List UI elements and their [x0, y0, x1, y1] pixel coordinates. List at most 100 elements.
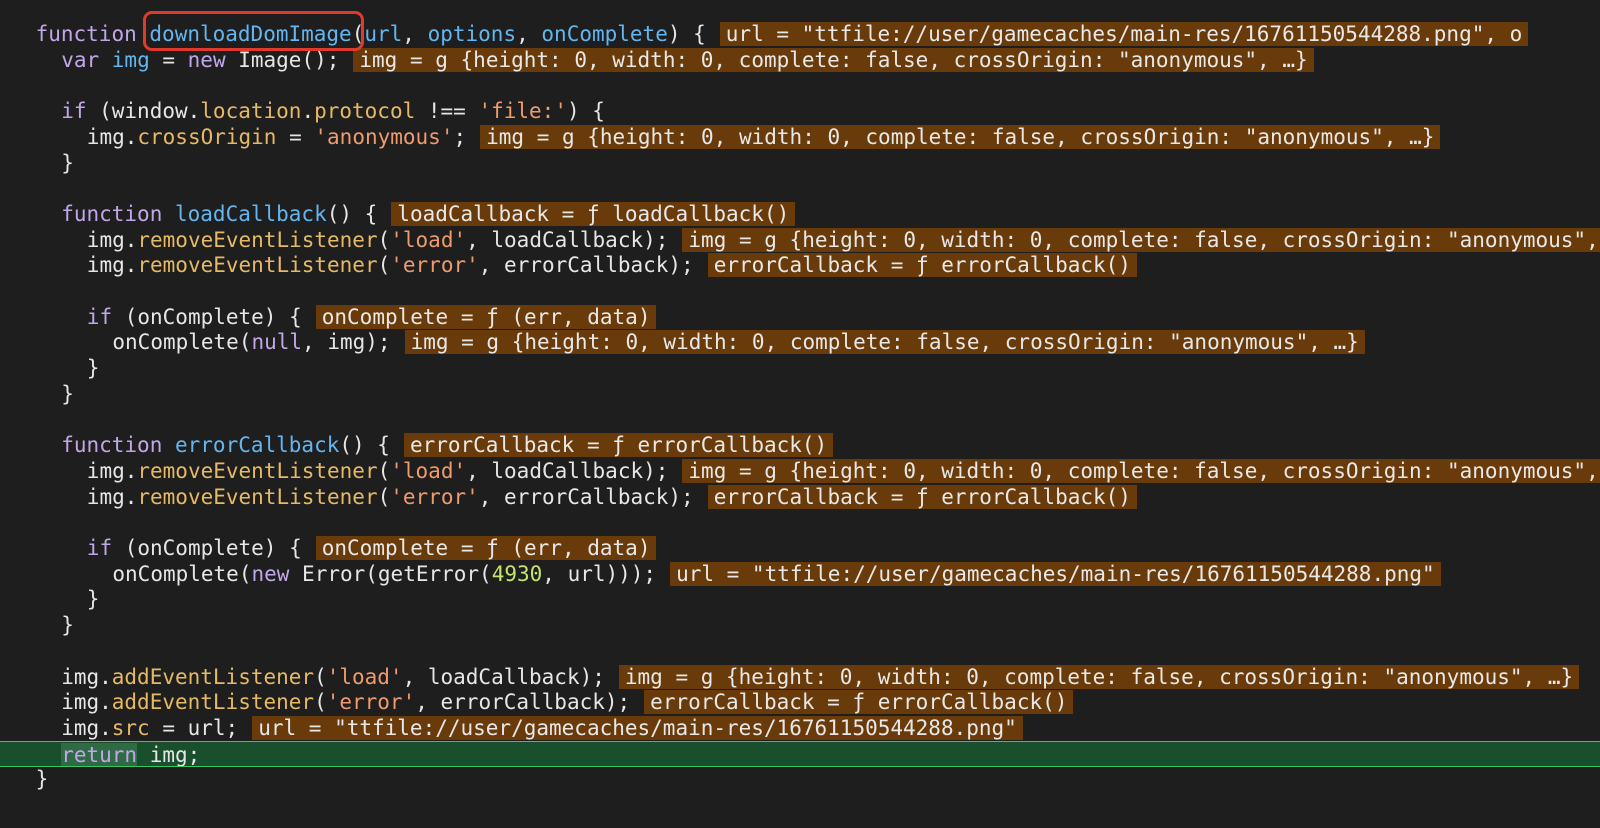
code-token: , loadCallback);	[466, 458, 669, 483]
code-token: () {	[326, 201, 378, 226]
code-token: () {	[339, 433, 390, 458]
code-token: function	[35, 22, 137, 46]
code-line[interactable]: img.removeEventListener('load', loadCall…	[0, 227, 1600, 253]
code-token: removeEventListener	[137, 227, 378, 252]
code-line[interactable]: img.addEventListener('error', errorCallb…	[0, 689, 1600, 715]
code-line[interactable]: }	[0, 381, 1600, 407]
code-token: removeEventListener	[137, 253, 378, 278]
code-line[interactable]: img.addEventListener('load', loadCallbac…	[0, 664, 1600, 690]
code-line[interactable]	[0, 638, 1600, 664]
code-token: img.	[86, 124, 138, 149]
code-token: ,	[402, 22, 428, 46]
inline-value-annotation: onComplete = ƒ (err, data)	[315, 304, 657, 329]
inline-value-annotation: errorCallback = ƒ errorCallback()	[403, 433, 834, 458]
code-line[interactable]	[0, 72, 1600, 98]
inline-value-annotation: img = g {height: 0, width: 0, complete: …	[353, 47, 1314, 72]
code-line[interactable]: function loadCallback() {loadCallback = …	[0, 201, 1600, 227]
code-editor[interactable]: function downloadDomImage(url, options, …	[0, 0, 1600, 828]
code-line[interactable]: function downloadDomImage(url, options, …	[0, 21, 1600, 47]
code-line[interactable]	[0, 175, 1600, 201]
code-token: = url;	[149, 715, 239, 740]
code-line[interactable]: img.removeEventListener('load', loadCall…	[0, 458, 1600, 484]
code-line[interactable]: img.crossOrigin = 'anonymous'; img = g {h…	[0, 124, 1600, 150]
code-token: 'load'	[390, 227, 467, 252]
code-text: function loadCallback() {	[0, 201, 377, 227]
code-token: (onComplete) {	[112, 304, 302, 329]
code-line[interactable]	[0, 278, 1600, 304]
code-line[interactable]	[0, 509, 1600, 535]
code-text: img.removeEventListener('error', errorCa…	[0, 484, 694, 510]
inline-value-annotation: img = g {height: 0, width: 0, complete: …	[682, 458, 1600, 483]
code-token: crossOrigin	[137, 124, 277, 149]
code-line[interactable]: onComplete(new Error(getError(4930, url)…	[0, 561, 1600, 587]
code-token: (	[314, 664, 327, 689]
code-line[interactable]: }	[0, 586, 1600, 612]
code-line[interactable]: }	[0, 150, 1600, 176]
code-line[interactable]: function errorCallback() {errorCallback …	[0, 432, 1600, 458]
code-token: new	[187, 47, 226, 72]
inline-value-annotation: onComplete = ƒ (err, data)	[315, 536, 657, 560]
code-token: (	[377, 253, 391, 278]
code-token: img.	[61, 664, 112, 689]
inline-value-annotation: img = g {height: 0, width: 0, complete: …	[682, 227, 1600, 252]
code-line[interactable]: }	[0, 355, 1600, 381]
code-token: 'load'	[326, 664, 403, 689]
code-text: img.src = url;	[0, 715, 238, 741]
code-token: img.	[86, 484, 138, 509]
code-token: img.	[86, 253, 138, 278]
code-token: 'anonymous'	[314, 124, 454, 149]
code-line[interactable]: }	[0, 612, 1600, 638]
code-token: , loadCallback);	[402, 664, 605, 689]
code-token: onComplete	[541, 22, 668, 46]
code-line[interactable]: if (onComplete) {onComplete = ƒ (err, da…	[0, 304, 1600, 330]
code-token: Image();	[225, 47, 340, 72]
code-line[interactable]: var img = new Image(); img = g {height: 0…	[0, 47, 1600, 73]
inline-value-annotation: url = "ttfile://user/gamecaches/main-res…	[252, 715, 1023, 740]
code-token: 'error'	[326, 690, 416, 715]
code-token: ,	[516, 22, 542, 46]
code-text: img.removeEventListener('error', errorCa…	[0, 252, 694, 278]
code-token: options	[427, 22, 517, 46]
code-token: }	[86, 587, 100, 612]
code-token: img.	[86, 458, 138, 483]
code-text: return img;	[0, 742, 200, 767]
code-line[interactable]: onComplete(null, img); img = g {height: 0…	[0, 329, 1600, 355]
code-line[interactable]: img.src = url; url = "ttfile://user/gamec…	[0, 715, 1600, 741]
code-token: if	[86, 536, 113, 560]
code-line[interactable]: }	[0, 766, 1600, 792]
inline-value-annotation: img = g {height: 0, width: 0, complete: …	[480, 124, 1441, 149]
code-token: !==	[415, 99, 479, 124]
code-token: Error(getError(	[289, 561, 492, 586]
code-token: src	[111, 715, 150, 740]
code-token: onComplete(	[112, 330, 252, 355]
code-line[interactable]: img.removeEventListener('error', errorCa…	[0, 484, 1600, 510]
code-token: if	[61, 99, 87, 124]
code-token: null	[251, 330, 303, 355]
inline-value-annotation: errorCallback = ƒ errorCallback()	[707, 484, 1137, 509]
code-token: url	[364, 22, 403, 46]
code-token: , errorCallback);	[478, 253, 694, 278]
code-token: var	[61, 47, 100, 72]
code-line[interactable]: if (window.location.protocol !== 'file:'…	[0, 98, 1600, 124]
current-execution-line[interactable]: return img;	[0, 740, 1600, 767]
code-token: , url)));	[542, 561, 657, 586]
code-token: ) {	[566, 99, 605, 124]
code-text: img.crossOrigin = 'anonymous';	[0, 124, 466, 150]
inline-value-annotation: errorCallback = ƒ errorCallback()	[644, 690, 1074, 715]
code-token: return	[61, 742, 138, 767]
code-token: removeEventListener	[137, 458, 378, 483]
code-token: , errorCallback);	[478, 484, 694, 509]
code-token: errorCallback	[175, 433, 340, 458]
code-token: (	[377, 227, 391, 252]
code-token: =	[149, 47, 188, 72]
inline-value-annotation: url = "ttfile://user/gamecaches/main-res…	[719, 22, 1529, 46]
code-line[interactable]: if (onComplete) {onComplete = ƒ (err, da…	[0, 535, 1600, 561]
code-line[interactable]	[0, 407, 1600, 433]
code-text: if (window.location.protocol !== 'file:'…	[0, 98, 605, 124]
code-text: }	[0, 381, 74, 407]
code-token: 'load'	[390, 458, 467, 483]
code-line[interactable]: img.removeEventListener('error', errorCa…	[0, 252, 1600, 278]
code-text: }	[0, 766, 49, 792]
